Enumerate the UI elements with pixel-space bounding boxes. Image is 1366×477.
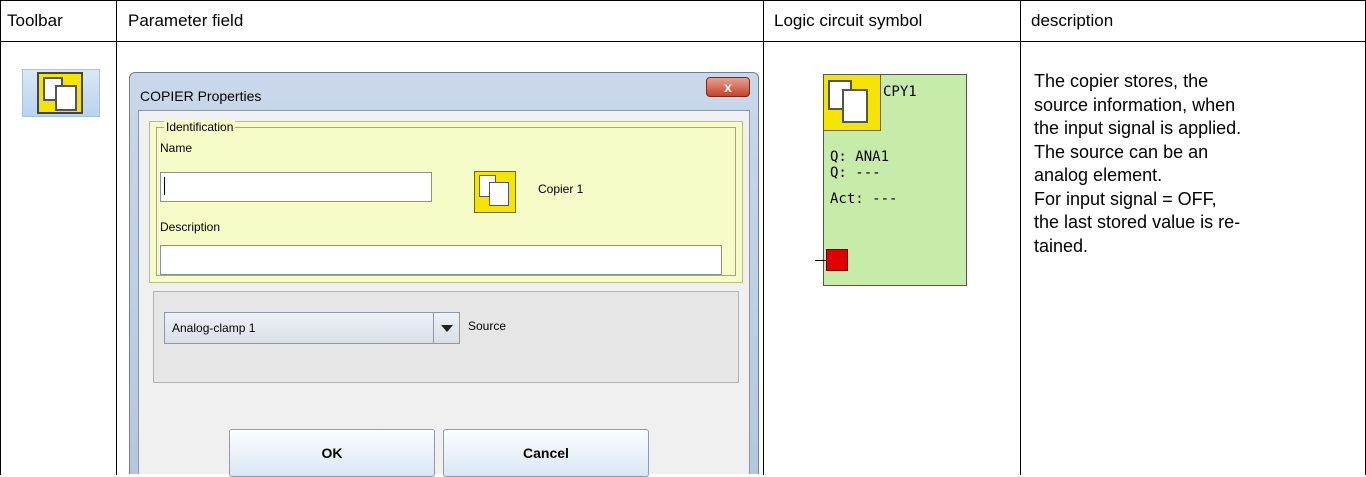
name-input[interactable]	[160, 172, 432, 202]
dialog-body: Identification Name Copier 1 Description	[138, 110, 750, 477]
description-input[interactable]	[160, 245, 722, 275]
description-text: The copier stores, the source informatio…	[1034, 70, 1360, 258]
input-port[interactable]	[826, 249, 848, 271]
identification-group: Identification Name Copier 1 Description	[149, 120, 743, 283]
input-wire	[815, 260, 826, 261]
name-label: Name	[160, 141, 193, 155]
description-label: Description	[160, 220, 221, 234]
header-toolbar: Toolbar	[7, 11, 63, 30]
copier-properties-dialog: COPIER Properties x Identification Name …	[129, 72, 759, 477]
block-name: CPY1	[883, 84, 917, 100]
copy-icon	[474, 171, 516, 213]
block-act: Act: ---	[830, 191, 898, 207]
copy-icon	[824, 75, 881, 131]
chevron-down-icon	[441, 325, 453, 332]
description-line: source information, when	[1034, 94, 1236, 115]
description-line: For input signal = OFF,	[1034, 188, 1217, 209]
description-line: The copier stores, the	[1034, 71, 1209, 91]
dialog-title: COPIER Properties	[140, 88, 262, 104]
copy-icon	[37, 72, 83, 114]
cancel-button[interactable]: Cancel	[443, 429, 649, 477]
block-output-q1: Q: ANA1	[830, 149, 890, 165]
copy-toolbar-button[interactable]	[22, 69, 100, 117]
element-caption: Copier 1	[538, 182, 584, 196]
description-line: the input signal is applied.	[1034, 118, 1242, 138]
identification-legend: Identification	[164, 120, 236, 134]
ok-button[interactable]: OK	[229, 429, 435, 477]
header-parameter-field: Parameter field	[128, 11, 244, 30]
source-dropdown-button[interactable]	[434, 312, 460, 344]
block-output-q2: Q: ---	[830, 165, 881, 181]
text-caret	[164, 177, 165, 195]
description-line: The source can be an	[1034, 141, 1209, 162]
source-dropdown[interactable]: Analog-clamp 1	[164, 312, 434, 344]
description-line: the last stored value is re-	[1034, 212, 1241, 232]
source-panel: Analog-clamp 1 Source	[153, 291, 739, 383]
reference-table: Toolbar Parameter field Logic circuit sy…	[0, 0, 1366, 477]
description-line: analog element.	[1034, 165, 1163, 185]
source-label: Source	[468, 319, 507, 333]
header-logic-symbol: Logic circuit symbol	[774, 11, 923, 30]
header-description: description	[1031, 11, 1114, 30]
description-line: tained.	[1034, 235, 1089, 256]
close-icon: x	[724, 79, 732, 95]
close-button[interactable]: x	[706, 77, 750, 97]
